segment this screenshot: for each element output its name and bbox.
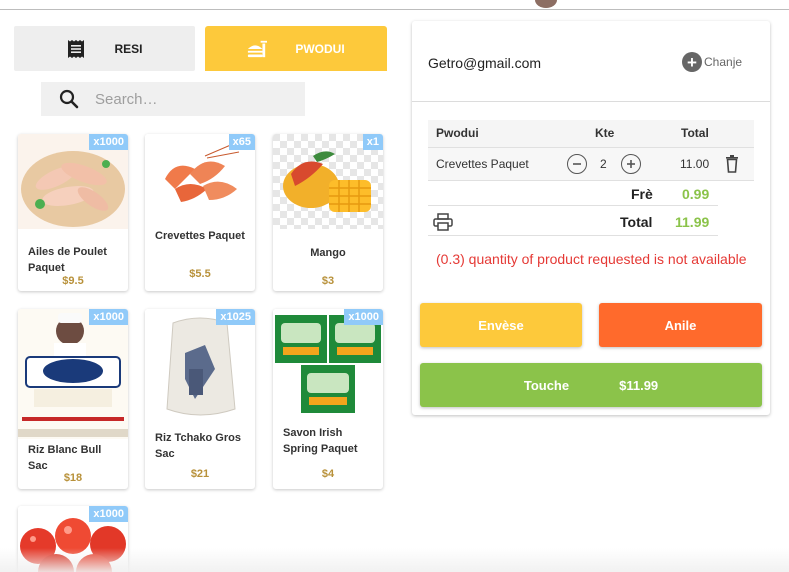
printer-icon[interactable] bbox=[433, 213, 453, 234]
pay-button-amount: $11.99 bbox=[619, 377, 659, 393]
product-price: $3 bbox=[321, 275, 335, 287]
column-header-total: Total bbox=[681, 126, 709, 140]
stock-badge: x1000 bbox=[89, 506, 128, 522]
tab-products[interactable]: PWODUI bbox=[205, 26, 387, 71]
stock-badge: x1000 bbox=[89, 134, 128, 150]
search-icon[interactable] bbox=[59, 89, 79, 109]
product-price: $4 bbox=[321, 468, 335, 480]
stock-badge: x1 bbox=[362, 134, 383, 150]
product-price: $18 bbox=[63, 472, 83, 484]
search-input[interactable] bbox=[95, 90, 285, 108]
minus-icon bbox=[573, 163, 581, 165]
tab-receipt-label: RESI bbox=[114, 41, 143, 56]
decrease-qty-button[interactable] bbox=[567, 154, 587, 174]
product-card-rice-tchako[interactable]: x1025 Riz Tchako Gros Sac $21 bbox=[145, 309, 255, 489]
panel-divider bbox=[412, 101, 770, 102]
fee-label: Frè bbox=[631, 186, 653, 202]
send-button[interactable]: Envèse bbox=[420, 303, 582, 347]
total-row: Total 11.99 bbox=[428, 206, 718, 236]
product-name: Ailes de Poulet Paquet bbox=[28, 246, 107, 274]
product-name: Mango bbox=[310, 247, 346, 259]
product-name: Crevettes Paquet bbox=[155, 230, 245, 242]
customer-email: Getro@gmail.com bbox=[428, 55, 542, 71]
product-card-chicken-wings[interactable]: x1000 Ailes de Poulet Paquet $9.5 bbox=[18, 134, 128, 291]
send-button-label: Envèse bbox=[478, 317, 524, 333]
stock-badge: x1000 bbox=[89, 309, 128, 325]
bottom-fade bbox=[0, 548, 789, 572]
product-price: $9.5 bbox=[62, 275, 84, 287]
cart-item-name: Crevettes Paquet bbox=[436, 157, 529, 171]
receipt-icon bbox=[66, 39, 86, 59]
fastfood-icon bbox=[247, 39, 268, 59]
change-customer-label: Chanje bbox=[704, 55, 743, 69]
cart-table-header: Pwodui Kte Total bbox=[428, 120, 754, 147]
cart-item-total: 11.00 bbox=[680, 157, 710, 171]
plus-circle-icon: + bbox=[682, 52, 702, 72]
plus-icon bbox=[627, 160, 635, 168]
product-card-mango[interactable]: x1 Mango $3 bbox=[273, 134, 383, 291]
product-card-irish-spring[interactable]: x1000 Savon Irish Spring Paquet $4 bbox=[273, 309, 383, 489]
product-price: $21 bbox=[190, 468, 210, 480]
fee-value: 0.99 bbox=[682, 186, 710, 202]
rice-bull-bag-image bbox=[18, 309, 128, 439]
cancel-button[interactable]: Anile bbox=[599, 303, 762, 347]
product-card-shrimp[interactable]: x65 Crevettes Paquet $5.5 bbox=[145, 134, 255, 291]
cancel-button-label: Anile bbox=[664, 317, 697, 333]
change-customer-button[interactable]: + Chanje bbox=[682, 52, 742, 72]
pay-button[interactable]: Touche $11.99 bbox=[420, 363, 762, 407]
tab-products-label: PWODUI bbox=[295, 41, 345, 56]
stock-badge: x1025 bbox=[216, 309, 255, 325]
error-message: (0.3) quantity of product requested is n… bbox=[436, 251, 747, 267]
increase-qty-button[interactable] bbox=[621, 154, 641, 174]
tab-receipt[interactable]: RESI bbox=[14, 26, 195, 71]
product-name: Savon Irish Spring Paquet bbox=[283, 427, 358, 455]
avatar[interactable] bbox=[535, 0, 557, 8]
stock-badge: x1000 bbox=[344, 309, 383, 325]
column-header-product: Pwodui bbox=[436, 126, 479, 140]
pay-button-label: Touche bbox=[523, 377, 570, 393]
product-name: Riz Blanc Bull Sac bbox=[28, 444, 102, 472]
cart-item-qty: 2 bbox=[600, 157, 607, 171]
column-header-qty: Kte bbox=[595, 126, 615, 140]
fee-row: Frè 0.99 bbox=[428, 181, 718, 206]
product-card-rice-bull[interactable]: x1000 Riz Blanc Bull Sac $18 bbox=[18, 309, 128, 489]
total-label: Total bbox=[620, 214, 653, 230]
product-price: $5.5 bbox=[189, 268, 211, 280]
trash-icon[interactable] bbox=[725, 155, 739, 176]
total-value: 11.99 bbox=[675, 214, 710, 230]
product-name: Riz Tchako Gros Sac bbox=[155, 432, 241, 460]
search-bar bbox=[41, 82, 305, 116]
rice-sack-image bbox=[145, 309, 255, 424]
cart-panel: Getro@gmail.com + Chanje Pwodui Kte Tota… bbox=[412, 21, 770, 415]
cart-row: Crevettes Paquet 2 11.00 bbox=[428, 147, 754, 181]
irish-spring-soap-image bbox=[273, 309, 383, 419]
stock-badge: x65 bbox=[228, 134, 255, 150]
top-divider bbox=[0, 9, 789, 10]
